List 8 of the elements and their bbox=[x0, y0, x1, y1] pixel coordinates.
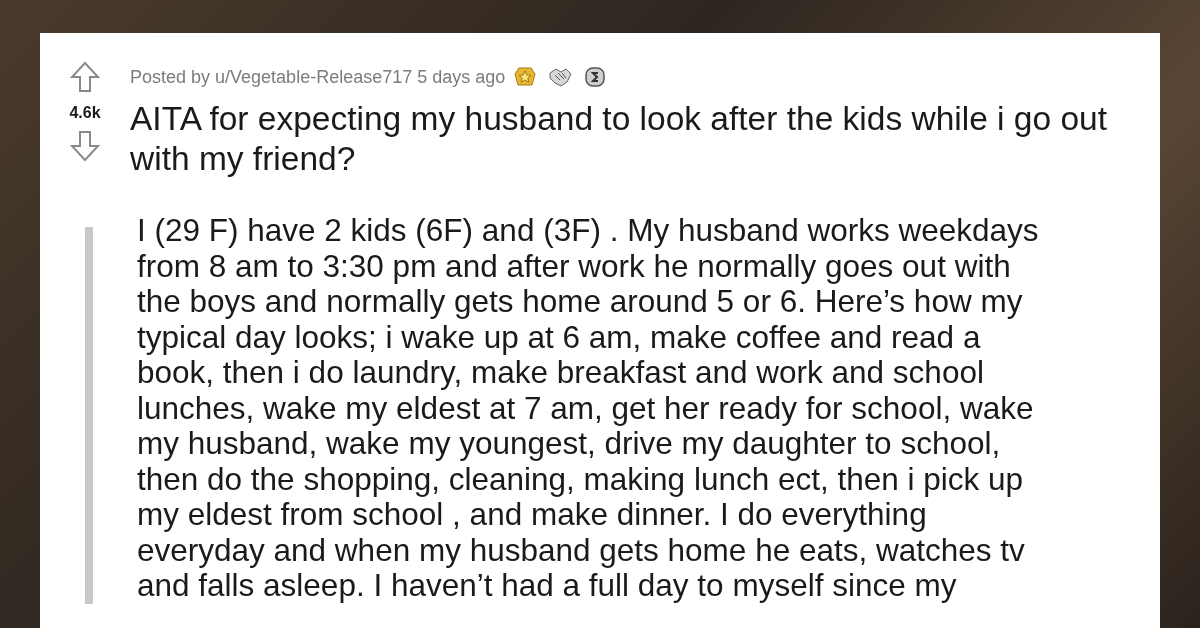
upvote-icon[interactable] bbox=[70, 61, 100, 93]
vote-count: 4.6k bbox=[69, 104, 101, 122]
post-body: I (29 F) have 2 kids (6F) and (3F) . My husband works weekdays from 8 am to 3:30 pm and after work he normally goes out with the boys and normally gets home around 5 or 6. Here’s how my typical day looks; i wake up at 6 am, make coffee and read a book, then i do laundry, make breakfast and work and school lunches, wake my eldest at 7 am, get her ready for school, wake my husband, wake my youngest, drive my daughter to school, then do the shopping, cleaning, making lunch ect, then i pick up my eldest from school , and make dinner. I do everything everyday and when my husband gets home he eats, watches tv and falls asleep. I haven’t had a full day to myself since my bbox=[137, 213, 1040, 604]
post-title[interactable]: AITA for expecting my husband to look after the kids while i go out with my friend? bbox=[130, 99, 1140, 179]
star-award-icon bbox=[513, 65, 538, 89]
downvote-icon[interactable] bbox=[70, 130, 100, 162]
coin-award-icon bbox=[583, 65, 608, 89]
post-meta: Posted by u/Vegetable-Release717 5 days ago bbox=[130, 66, 506, 88]
